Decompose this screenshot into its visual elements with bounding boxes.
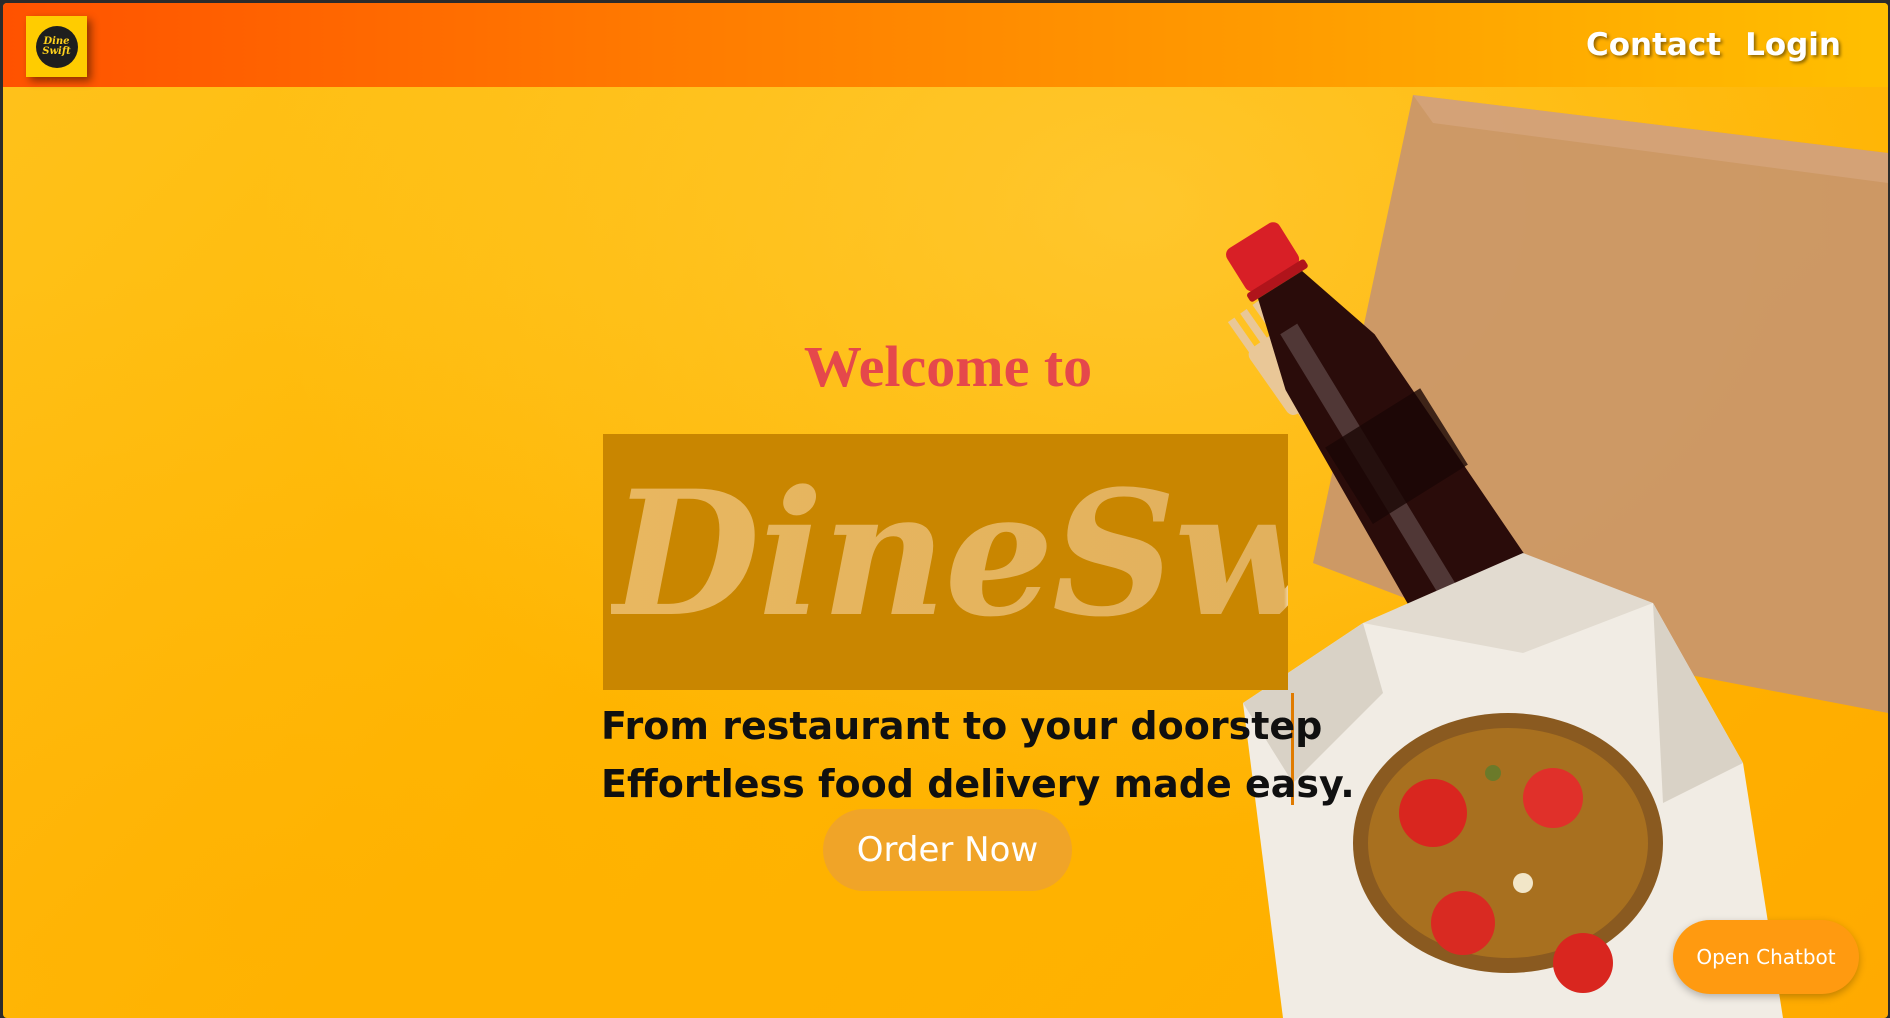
logo-badge: Dine Swift: [35, 25, 78, 68]
page-frame: Dine Swift Contact Login Welcome to Dine…: [3, 3, 1888, 1018]
nav-links: Contact Login: [1586, 27, 1841, 63]
open-chatbot-button[interactable]: Open Chatbot: [1673, 920, 1859, 994]
navbar: Dine Swift Contact Login: [3, 3, 1888, 87]
logo-text-line1: Dine: [43, 35, 70, 47]
food-illustration: [1226, 95, 1888, 1018]
tagline-line-1: From restaurant to your doorstep: [601, 704, 1323, 748]
brand-title-box: DineSwift: [603, 434, 1288, 690]
logo-text-line2: Swift: [42, 45, 71, 57]
welcome-heading: Welcome to: [803, 334, 1093, 399]
tagline: From restaurant to your doorstep Effortl…: [601, 697, 1355, 813]
nav-link-contact[interactable]: Contact: [1586, 27, 1721, 63]
tagline-line-2: Effortless food delivery made easy.: [601, 762, 1355, 806]
brand-title: DineSwift: [611, 454, 1288, 654]
order-now-button[interactable]: Order Now: [823, 809, 1072, 891]
logo[interactable]: Dine Swift: [26, 16, 87, 77]
nav-link-login[interactable]: Login: [1745, 27, 1841, 63]
